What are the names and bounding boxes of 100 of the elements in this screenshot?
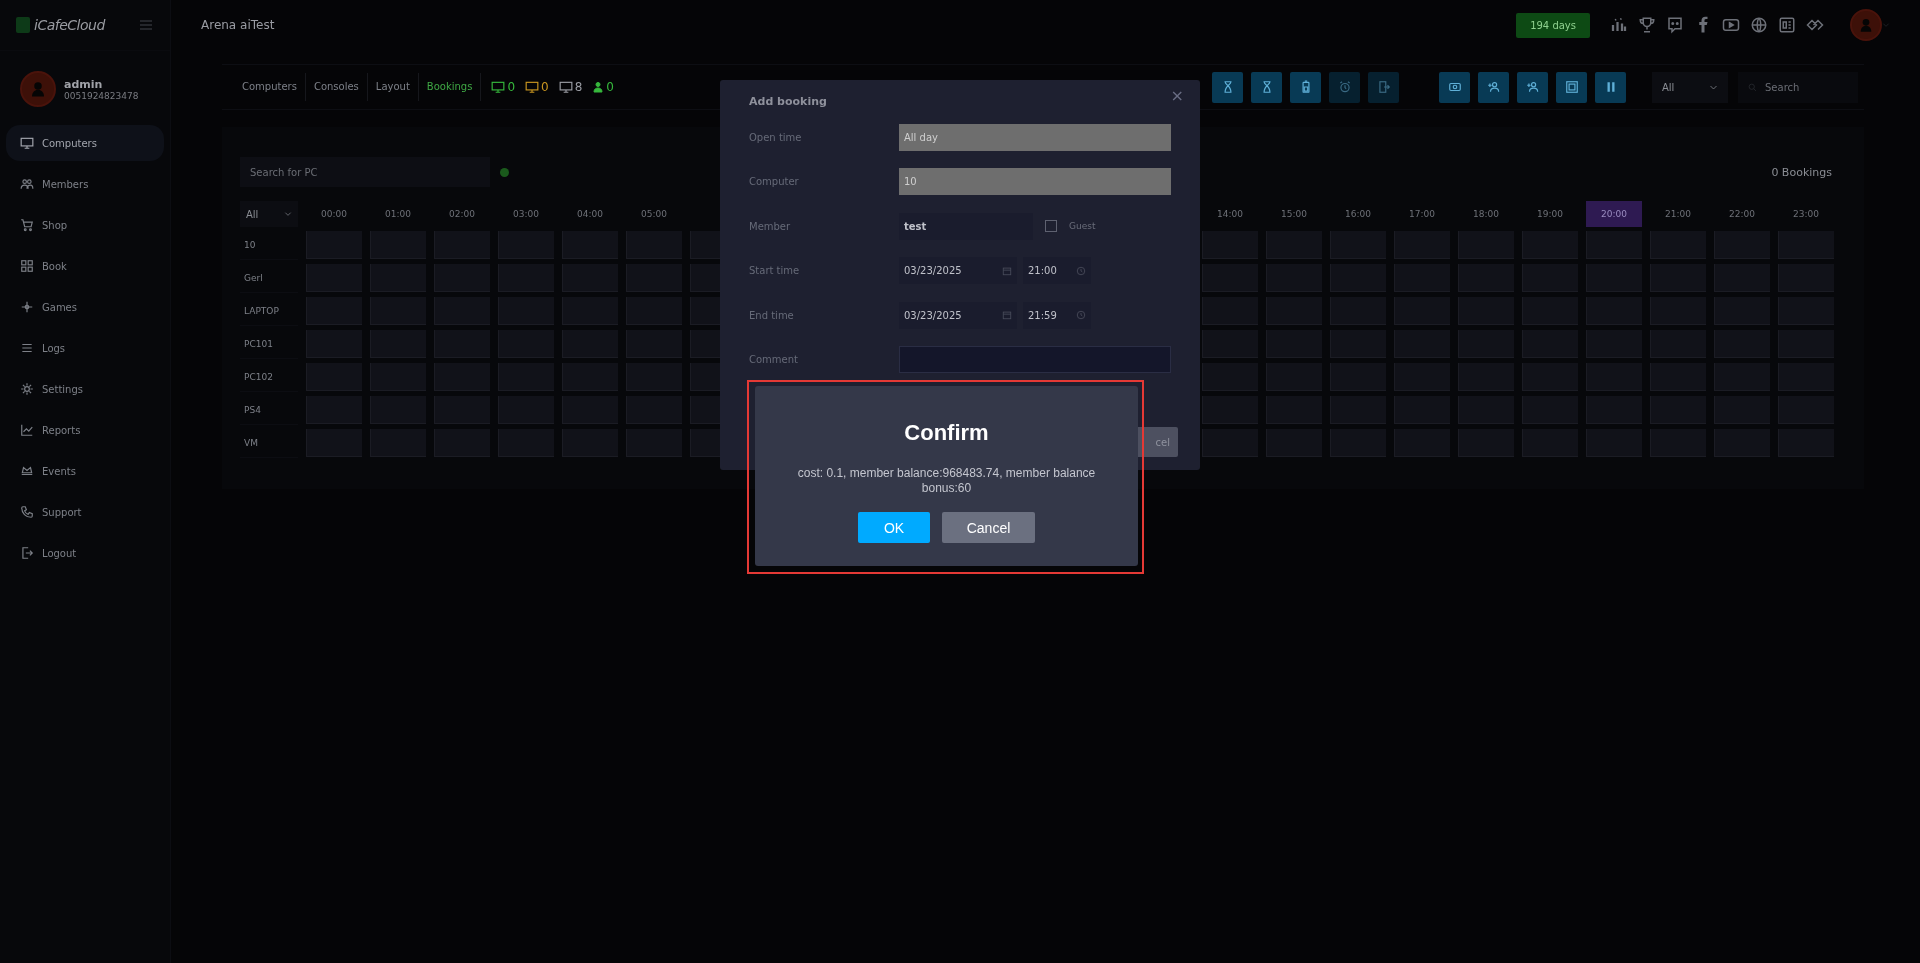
time-slot[interactable] bbox=[1714, 231, 1770, 259]
time-slot[interactable] bbox=[1394, 231, 1450, 259]
time-slot[interactable] bbox=[1458, 396, 1514, 424]
sidebar-item[interactable]: Computers bbox=[6, 125, 164, 161]
filter-dropdown[interactable]: All bbox=[1652, 71, 1728, 103]
tab[interactable]: Computers bbox=[234, 73, 306, 101]
sidebar-item[interactable]: Events bbox=[6, 453, 164, 489]
time-slot[interactable] bbox=[1778, 363, 1834, 391]
time-slot[interactable] bbox=[1202, 297, 1258, 325]
time-slot[interactable] bbox=[1522, 330, 1578, 358]
time-slot[interactable] bbox=[370, 396, 426, 424]
time-slot[interactable] bbox=[434, 264, 490, 292]
time-slot[interactable] bbox=[1586, 429, 1642, 457]
time-slot[interactable] bbox=[1266, 264, 1322, 292]
sidebar-item[interactable]: Settings bbox=[6, 371, 164, 407]
time-slot[interactable] bbox=[498, 396, 554, 424]
time-field[interactable]: 21:59 bbox=[1023, 301, 1091, 329]
sidebar-item[interactable]: Support bbox=[6, 494, 164, 530]
time-slot[interactable] bbox=[498, 264, 554, 292]
sidebar-item[interactable]: Book bbox=[6, 248, 164, 284]
toolbar-button[interactable] bbox=[1478, 71, 1509, 103]
time-slot[interactable] bbox=[498, 297, 554, 325]
time-slot[interactable] bbox=[1586, 330, 1642, 358]
time-slot[interactable] bbox=[1778, 429, 1834, 457]
time-slot[interactable] bbox=[1202, 429, 1258, 457]
time-slot[interactable] bbox=[1586, 264, 1642, 292]
tab[interactable]: Consoles bbox=[305, 73, 368, 101]
time-slot[interactable] bbox=[626, 330, 682, 358]
time-slot[interactable] bbox=[1202, 396, 1258, 424]
time-slot[interactable] bbox=[626, 297, 682, 325]
time-slot[interactable] bbox=[1394, 396, 1450, 424]
date-field[interactable]: 03/23/2025 bbox=[899, 257, 1017, 285]
time-slot[interactable] bbox=[1330, 297, 1386, 325]
time-slot[interactable] bbox=[1266, 429, 1322, 457]
time-slot[interactable] bbox=[1778, 396, 1834, 424]
sidebar-item[interactable]: Members bbox=[6, 166, 164, 202]
tab[interactable]: Bookings bbox=[418, 73, 482, 101]
checkbox[interactable] bbox=[1045, 220, 1057, 233]
time-slot[interactable] bbox=[1522, 231, 1578, 259]
time-slot[interactable] bbox=[434, 429, 490, 457]
time-slot[interactable] bbox=[1586, 363, 1642, 391]
cancel-button[interactable]: Cancel bbox=[942, 512, 1035, 543]
time-slot[interactable] bbox=[1458, 363, 1514, 391]
time-slot[interactable] bbox=[1650, 297, 1706, 325]
time-slot[interactable] bbox=[1202, 264, 1258, 292]
time-slot[interactable] bbox=[1522, 396, 1578, 424]
time-slot[interactable] bbox=[1714, 330, 1770, 358]
time-slot[interactable] bbox=[1458, 231, 1514, 259]
time-slot[interactable] bbox=[1650, 396, 1706, 424]
search-field[interactable]: Search bbox=[1738, 71, 1858, 103]
time-slot[interactable] bbox=[1394, 429, 1450, 457]
time-field[interactable]: 21:00 bbox=[1023, 257, 1091, 285]
time-slot[interactable] bbox=[306, 429, 362, 457]
time-slot[interactable] bbox=[1586, 297, 1642, 325]
time-slot[interactable] bbox=[1650, 264, 1706, 292]
time-slot[interactable] bbox=[370, 330, 426, 358]
time-slot[interactable] bbox=[1330, 396, 1386, 424]
time-slot[interactable] bbox=[1778, 297, 1834, 325]
time-slot[interactable] bbox=[370, 297, 426, 325]
sidebar-item[interactable]: Reports bbox=[6, 412, 164, 448]
time-slot[interactable] bbox=[306, 264, 362, 292]
time-slot[interactable] bbox=[306, 396, 362, 424]
time-slot[interactable] bbox=[1714, 363, 1770, 391]
sidebar-item[interactable]: Games bbox=[6, 289, 164, 325]
date-field[interactable]: 03/23/2025 bbox=[899, 301, 1017, 329]
time-slot[interactable] bbox=[1458, 297, 1514, 325]
time-slot[interactable] bbox=[434, 297, 490, 325]
time-slot[interactable] bbox=[1330, 330, 1386, 358]
time-slot[interactable] bbox=[1778, 264, 1834, 292]
toolbar-button[interactable] bbox=[1517, 71, 1548, 103]
time-slot[interactable] bbox=[1394, 330, 1450, 358]
time-slot[interactable] bbox=[434, 363, 490, 391]
time-slot[interactable] bbox=[1522, 297, 1578, 325]
time-slot[interactable] bbox=[306, 363, 362, 391]
time-slot[interactable] bbox=[434, 396, 490, 424]
time-slot[interactable] bbox=[1778, 330, 1834, 358]
time-slot[interactable] bbox=[562, 264, 618, 292]
time-slot[interactable] bbox=[1714, 429, 1770, 457]
search-field[interactable]: Search for PC bbox=[240, 157, 490, 187]
toolbar-button[interactable] bbox=[1251, 71, 1282, 103]
time-slot[interactable] bbox=[626, 363, 682, 391]
time-slot[interactable] bbox=[498, 330, 554, 358]
time-slot[interactable] bbox=[1650, 231, 1706, 259]
toolbar-button[interactable] bbox=[1439, 71, 1470, 103]
time-slot[interactable] bbox=[626, 396, 682, 424]
close-button[interactable]: × bbox=[1170, 86, 1184, 105]
toolbar-button[interactable] bbox=[1556, 71, 1587, 103]
time-slot[interactable] bbox=[562, 429, 618, 457]
time-slot[interactable] bbox=[1394, 297, 1450, 325]
time-slot[interactable] bbox=[1458, 429, 1514, 457]
time-slot[interactable] bbox=[1650, 330, 1706, 358]
time-slot[interactable] bbox=[562, 297, 618, 325]
time-slot[interactable] bbox=[1714, 396, 1770, 424]
sidebar-item[interactable]: Logs bbox=[6, 330, 164, 366]
time-slot[interactable] bbox=[306, 330, 362, 358]
time-slot[interactable] bbox=[1458, 330, 1514, 358]
time-slot[interactable] bbox=[1202, 330, 1258, 358]
time-slot[interactable] bbox=[1266, 363, 1322, 391]
time-slot[interactable] bbox=[1522, 264, 1578, 292]
time-slot[interactable] bbox=[1778, 231, 1834, 259]
